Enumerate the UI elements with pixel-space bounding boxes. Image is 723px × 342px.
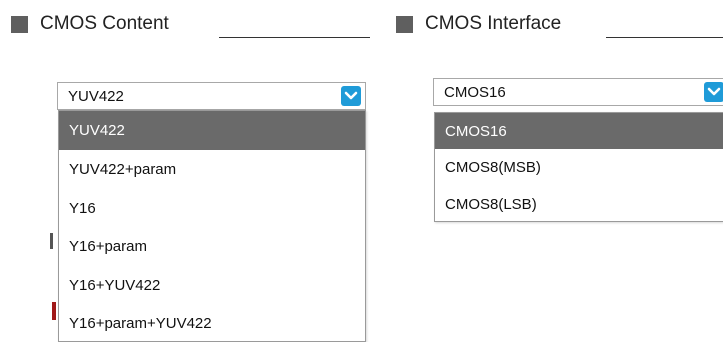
option-y16[interactable]: Y16 (59, 189, 365, 227)
option-cmos8-lsb[interactable]: CMOS8(LSB) (435, 186, 723, 222)
option-yuv422[interactable]: YUV422 (59, 111, 365, 150)
option-cmos8-msb[interactable]: CMOS8(MSB) (435, 149, 723, 186)
option-cmos16[interactable]: CMOS16 (435, 113, 723, 149)
option-yuv422-param[interactable]: YUV422+param (59, 150, 365, 189)
cmos-interface-title: CMOS Interface (425, 13, 562, 34)
header-rule (219, 37, 370, 38)
chevron-down-icon[interactable] (704, 82, 723, 102)
cmos-content-dropdown-list: YUV422 YUV422+param Y16 Y16+param Y16+YU… (58, 110, 366, 342)
header-rule (606, 37, 723, 38)
cmos-interface-combo[interactable]: CMOS16 (433, 78, 723, 106)
option-y16-yuv422[interactable]: Y16+YUV422 (59, 266, 365, 304)
cmos-interface-dropdown-list: CMOS16 CMOS8(MSB) CMOS8(LSB) (434, 112, 723, 222)
cmos-interface-selected-value: CMOS16 (444, 83, 506, 101)
option-y16-param[interactable]: Y16+param (59, 227, 365, 266)
square-icon (11, 15, 28, 33)
chevron-down-icon[interactable] (341, 86, 361, 106)
cmos-content-combo[interactable]: YUV422 (57, 82, 366, 110)
square-icon (396, 15, 413, 33)
cmos-content-header: CMOS Content (11, 10, 370, 38)
cmos-content-title: CMOS Content (40, 13, 169, 34)
option-y16-param-yuv422[interactable]: Y16+param+YUV422 (59, 304, 365, 342)
background-control-edge (50, 233, 53, 249)
background-control-edge (52, 302, 56, 320)
cmos-content-selected-value: YUV422 (68, 87, 124, 105)
cmos-interface-header: CMOS Interface (396, 10, 723, 38)
